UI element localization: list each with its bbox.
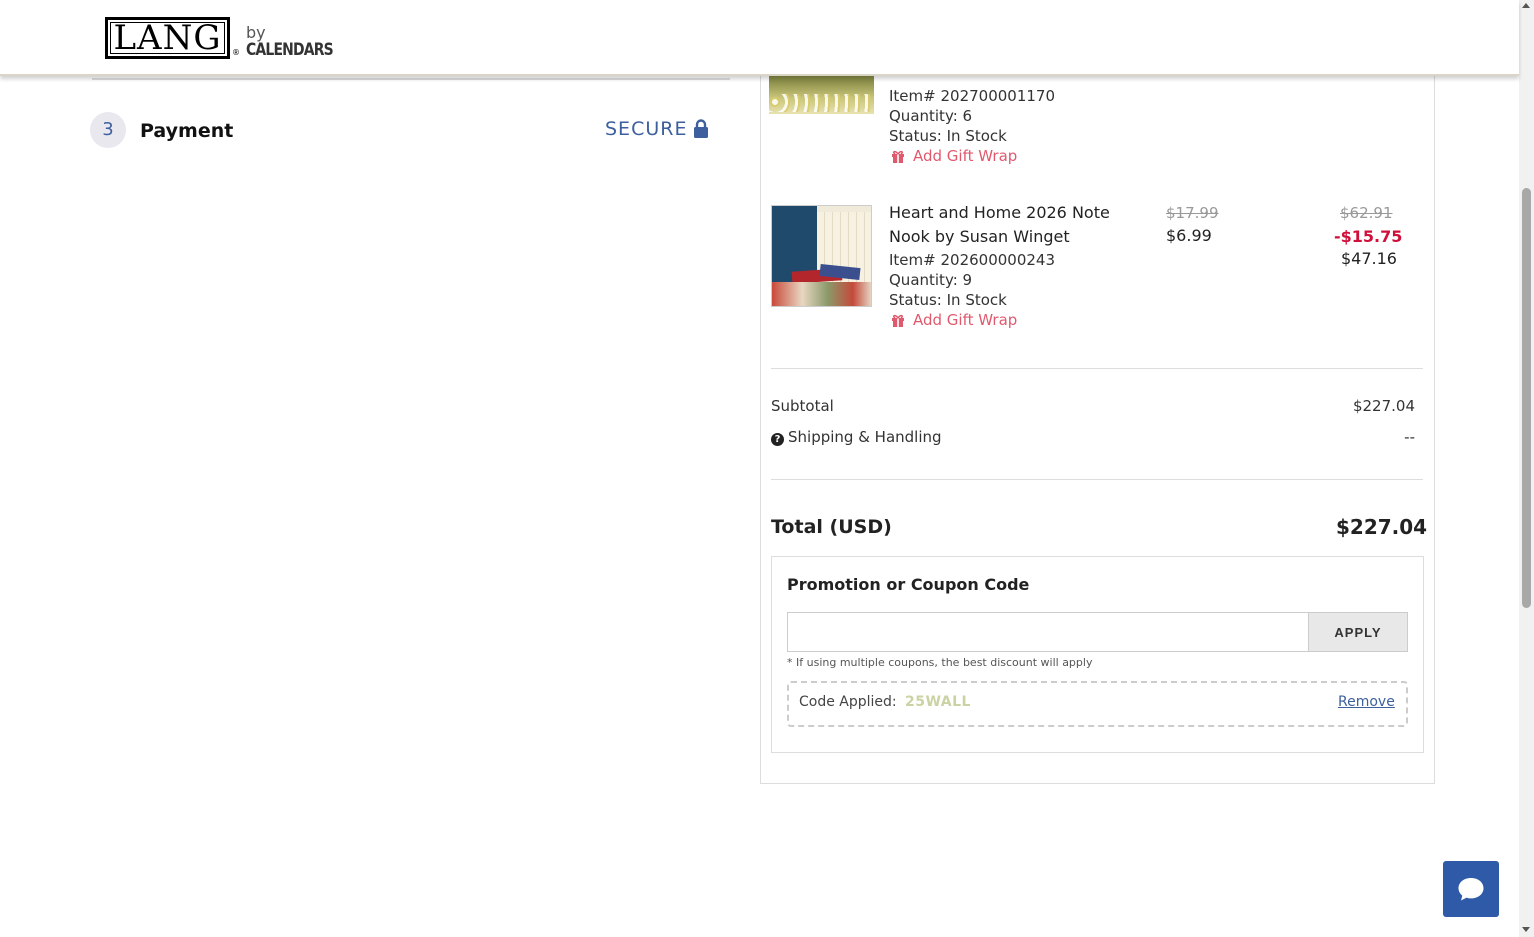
item-name-2-line1[interactable]: Heart and Home 2026 Note bbox=[889, 201, 1110, 225]
item-quantity-2: Quantity: 9 bbox=[889, 271, 973, 289]
promo-code-input[interactable] bbox=[787, 612, 1308, 652]
unit-price-original-2: $17.99 bbox=[1166, 204, 1219, 222]
apply-coupon-button[interactable]: APPLY bbox=[1308, 612, 1408, 652]
line-total-2: $47.16 bbox=[1341, 249, 1397, 268]
subtotal-value: $227.04 bbox=[1352, 397, 1415, 415]
items-divider bbox=[771, 368, 1423, 369]
thumbnail-floral-band bbox=[772, 282, 871, 306]
site-header: LANG ® by CALENDARS bbox=[0, 0, 1519, 76]
add-gift-wrap-link-1[interactable]: Add Gift Wrap bbox=[891, 147, 1017, 165]
step-number-badge: 3 bbox=[90, 112, 126, 148]
shipping-label: Shipping & Handling bbox=[788, 428, 942, 446]
subtotal-label: Subtotal bbox=[771, 397, 834, 415]
total-label: Total (USD) bbox=[771, 516, 892, 538]
item-status-2: Status: In Stock bbox=[889, 291, 1007, 309]
logo-brand-block: by CALENDARS bbox=[246, 23, 352, 60]
total-value: $227.04 bbox=[1336, 515, 1428, 539]
scroll-up-arrow-icon[interactable] bbox=[1522, 3, 1530, 8]
lock-icon bbox=[694, 119, 709, 138]
totals-divider bbox=[771, 479, 1423, 480]
item-number-1: Item# 202700001170 bbox=[889, 87, 1056, 105]
item-status-1: Status: In Stock bbox=[889, 127, 1007, 145]
product-thumbnail-2[interactable] bbox=[771, 205, 872, 307]
logo-calendars: CALENDARS bbox=[246, 40, 334, 60]
logo-lang: LANG bbox=[105, 17, 230, 59]
logo-registered-mark: ® bbox=[232, 48, 240, 57]
item-quantity-1: Quantity: 6 bbox=[889, 107, 973, 125]
item-number-2: Item# 202600000243 bbox=[889, 251, 1056, 269]
site-logo[interactable]: LANG ® by CALENDARS bbox=[105, 17, 352, 59]
gift-wrap-label-1: Add Gift Wrap bbox=[913, 147, 1018, 165]
scroll-down-arrow-icon[interactable] bbox=[1522, 927, 1530, 932]
secure-badge: SECURE bbox=[605, 118, 709, 140]
section-divider bbox=[92, 78, 730, 80]
line-price-original-2: $62.91 bbox=[1340, 204, 1393, 222]
applied-code-value: 25WALL bbox=[905, 694, 971, 710]
promo-title: Promotion or Coupon Code bbox=[787, 575, 1030, 594]
add-gift-wrap-link-2[interactable]: Add Gift Wrap bbox=[891, 311, 1017, 329]
checkout-page: LANG ® by CALENDARS 3 Payment SECURE Ite… bbox=[0, 0, 1534, 937]
step-title-payment: Payment bbox=[140, 120, 234, 142]
scroll-thumb[interactable] bbox=[1522, 188, 1531, 608]
unit-price-2: $6.99 bbox=[1166, 226, 1212, 245]
page-scrollbar[interactable] bbox=[1519, 0, 1534, 937]
gift-icon bbox=[892, 314, 904, 327]
shipping-row: ? Shipping & Handling bbox=[771, 428, 942, 446]
secure-label: SECURE bbox=[605, 118, 688, 140]
chat-button[interactable] bbox=[1443, 861, 1499, 917]
gift-icon bbox=[892, 150, 904, 163]
shipping-value: -- bbox=[1404, 428, 1415, 446]
line-discount-2: -$15.75 bbox=[1334, 227, 1403, 246]
promo-note: * If using multiple coupons, the best di… bbox=[787, 656, 1093, 669]
thumbnail-flowers bbox=[769, 94, 874, 112]
gift-wrap-label-2: Add Gift Wrap bbox=[913, 311, 1018, 329]
remove-coupon-link[interactable]: Remove bbox=[1338, 694, 1395, 710]
item-name-2-line2[interactable]: Nook by Susan Winget bbox=[889, 225, 1070, 249]
chat-bubble-icon bbox=[1458, 878, 1484, 901]
logo-by: by bbox=[246, 23, 266, 42]
applied-code-label: Code Applied: bbox=[799, 694, 897, 710]
question-circle-icon[interactable]: ? bbox=[771, 433, 784, 446]
